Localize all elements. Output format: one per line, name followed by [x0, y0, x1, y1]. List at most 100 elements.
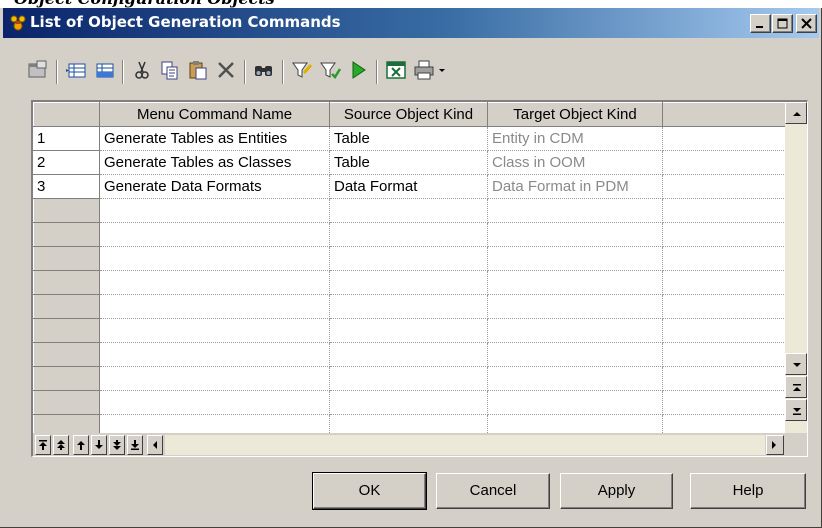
clear-filter-button[interactable]	[316, 56, 344, 84]
minimize-button[interactable]	[750, 14, 771, 33]
empty-cell[interactable]	[662, 318, 788, 343]
move-to-top-button[interactable]	[35, 435, 51, 455]
table-row[interactable]: 3 Generate Data Formats Data Format Data…	[33, 174, 788, 199]
empty-cell[interactable]	[662, 198, 788, 223]
ok-button[interactable]: OK	[312, 472, 427, 510]
column-header-target-object-kind[interactable]: Target Object Kind	[487, 102, 663, 127]
menu-command-name-cell[interactable]: Generate Tables as Classes	[99, 150, 330, 175]
copy-button[interactable]	[156, 56, 184, 84]
filter-button[interactable]	[288, 56, 316, 84]
row-header[interactable]	[33, 270, 100, 295]
add-row-button[interactable]	[90, 56, 118, 84]
empty-cell[interactable]	[662, 366, 788, 391]
empty-table-row[interactable]	[33, 198, 788, 223]
title-bar[interactable]: List of Object Generation Commands	[3, 8, 819, 38]
scroll-left-button[interactable]	[147, 435, 163, 455]
delete-button[interactable]	[212, 56, 240, 84]
cut-button[interactable]	[128, 56, 156, 84]
row-header[interactable]	[33, 198, 100, 223]
empty-table-row[interactable]	[33, 390, 788, 415]
empty-table-row[interactable]	[33, 342, 788, 367]
source-object-kind-cell[interactable]: Table	[329, 126, 488, 151]
menu-command-name-cell[interactable]	[99, 294, 330, 319]
horizontal-scrollbar-track[interactable]	[165, 435, 765, 455]
paste-button[interactable]	[184, 56, 212, 84]
column-header-menu-command-name[interactable]: Menu Command Name	[99, 102, 330, 127]
empty-cell[interactable]	[662, 246, 788, 271]
source-object-kind-cell[interactable]	[329, 342, 488, 367]
empty-cell[interactable]	[662, 270, 788, 295]
scroll-down-button[interactable]	[785, 353, 807, 375]
export-excel-button[interactable]	[382, 56, 410, 84]
target-object-kind-cell[interactable]	[487, 270, 663, 295]
row-header[interactable]	[33, 318, 100, 343]
menu-command-name-cell[interactable]	[99, 366, 330, 391]
column-header-empty[interactable]	[662, 102, 788, 127]
menu-command-name-cell[interactable]	[99, 222, 330, 247]
properties-button[interactable]	[24, 56, 52, 84]
source-object-kind-cell[interactable]	[329, 222, 488, 247]
menu-command-name-cell[interactable]	[99, 246, 330, 271]
source-object-kind-cell[interactable]	[329, 294, 488, 319]
target-object-kind-cell[interactable]	[487, 198, 663, 223]
source-object-kind-cell[interactable]	[329, 390, 488, 415]
menu-command-name-cell[interactable]: Generate Data Formats	[99, 174, 330, 199]
print-button[interactable]	[410, 56, 438, 84]
menu-command-name-cell[interactable]	[99, 198, 330, 223]
empty-cell[interactable]	[662, 222, 788, 247]
target-object-kind-cell[interactable]	[487, 246, 663, 271]
row-header[interactable]	[33, 246, 100, 271]
column-header-source-object-kind[interactable]: Source Object Kind	[329, 102, 488, 127]
menu-command-name-cell[interactable]	[99, 270, 330, 295]
row-number[interactable]: 2	[33, 150, 100, 175]
scroll-page-down-button[interactable]	[785, 399, 807, 421]
row-header[interactable]	[33, 390, 100, 415]
target-object-kind-cell[interactable]	[487, 222, 663, 247]
target-object-kind-cell[interactable]	[487, 390, 663, 415]
source-object-kind-cell[interactable]	[329, 318, 488, 343]
row-number[interactable]: 1	[33, 126, 100, 151]
row-header[interactable]	[33, 342, 100, 367]
cancel-button[interactable]: Cancel	[436, 473, 550, 509]
menu-command-name-cell[interactable]	[99, 318, 330, 343]
empty-table-row[interactable]	[33, 246, 788, 271]
empty-table-row[interactable]	[33, 318, 788, 343]
source-object-kind-cell[interactable]	[329, 366, 488, 391]
scroll-page-up-button[interactable]	[785, 376, 807, 398]
close-button[interactable]	[796, 14, 817, 33]
apply-filter-button[interactable]	[344, 56, 372, 84]
source-object-kind-cell[interactable]	[329, 246, 488, 271]
source-object-kind-cell[interactable]: Table	[329, 150, 488, 175]
empty-table-row[interactable]	[33, 222, 788, 247]
empty-cell[interactable]	[662, 294, 788, 319]
move-page-down-button[interactable]	[109, 435, 125, 455]
help-button[interactable]: Help	[690, 473, 806, 509]
target-object-kind-cell[interactable]	[487, 342, 663, 367]
move-down-button[interactable]	[91, 435, 107, 455]
scroll-up-button[interactable]	[785, 102, 807, 124]
print-dropdown-button[interactable]	[436, 56, 452, 84]
corner-header[interactable]	[33, 102, 100, 127]
table-row[interactable]: 2 Generate Tables as Classes Table Class…	[33, 150, 788, 175]
move-up-button[interactable]	[73, 435, 89, 455]
empty-cell[interactable]	[662, 174, 788, 199]
maximize-button[interactable]	[772, 14, 793, 33]
move-page-up-button[interactable]	[53, 435, 69, 455]
target-object-kind-cell[interactable]	[487, 318, 663, 343]
row-header[interactable]	[33, 366, 100, 391]
scroll-right-button[interactable]	[766, 435, 784, 455]
empty-table-row[interactable]	[33, 366, 788, 391]
empty-cell[interactable]	[662, 390, 788, 415]
target-object-kind-cell[interactable]	[487, 366, 663, 391]
empty-table-row[interactable]	[33, 294, 788, 319]
empty-table-row[interactable]	[33, 270, 788, 295]
menu-command-name-cell[interactable]	[99, 342, 330, 367]
menu-command-name-cell[interactable]	[99, 390, 330, 415]
empty-cell[interactable]	[662, 150, 788, 175]
insert-row-button[interactable]	[62, 56, 90, 84]
find-button[interactable]	[250, 56, 278, 84]
table-row[interactable]: 1 Generate Tables as Entities Table Enti…	[33, 126, 788, 151]
row-header[interactable]	[33, 294, 100, 319]
menu-command-name-cell[interactable]: Generate Tables as Entities	[99, 126, 330, 151]
row-number[interactable]: 3	[33, 174, 100, 199]
